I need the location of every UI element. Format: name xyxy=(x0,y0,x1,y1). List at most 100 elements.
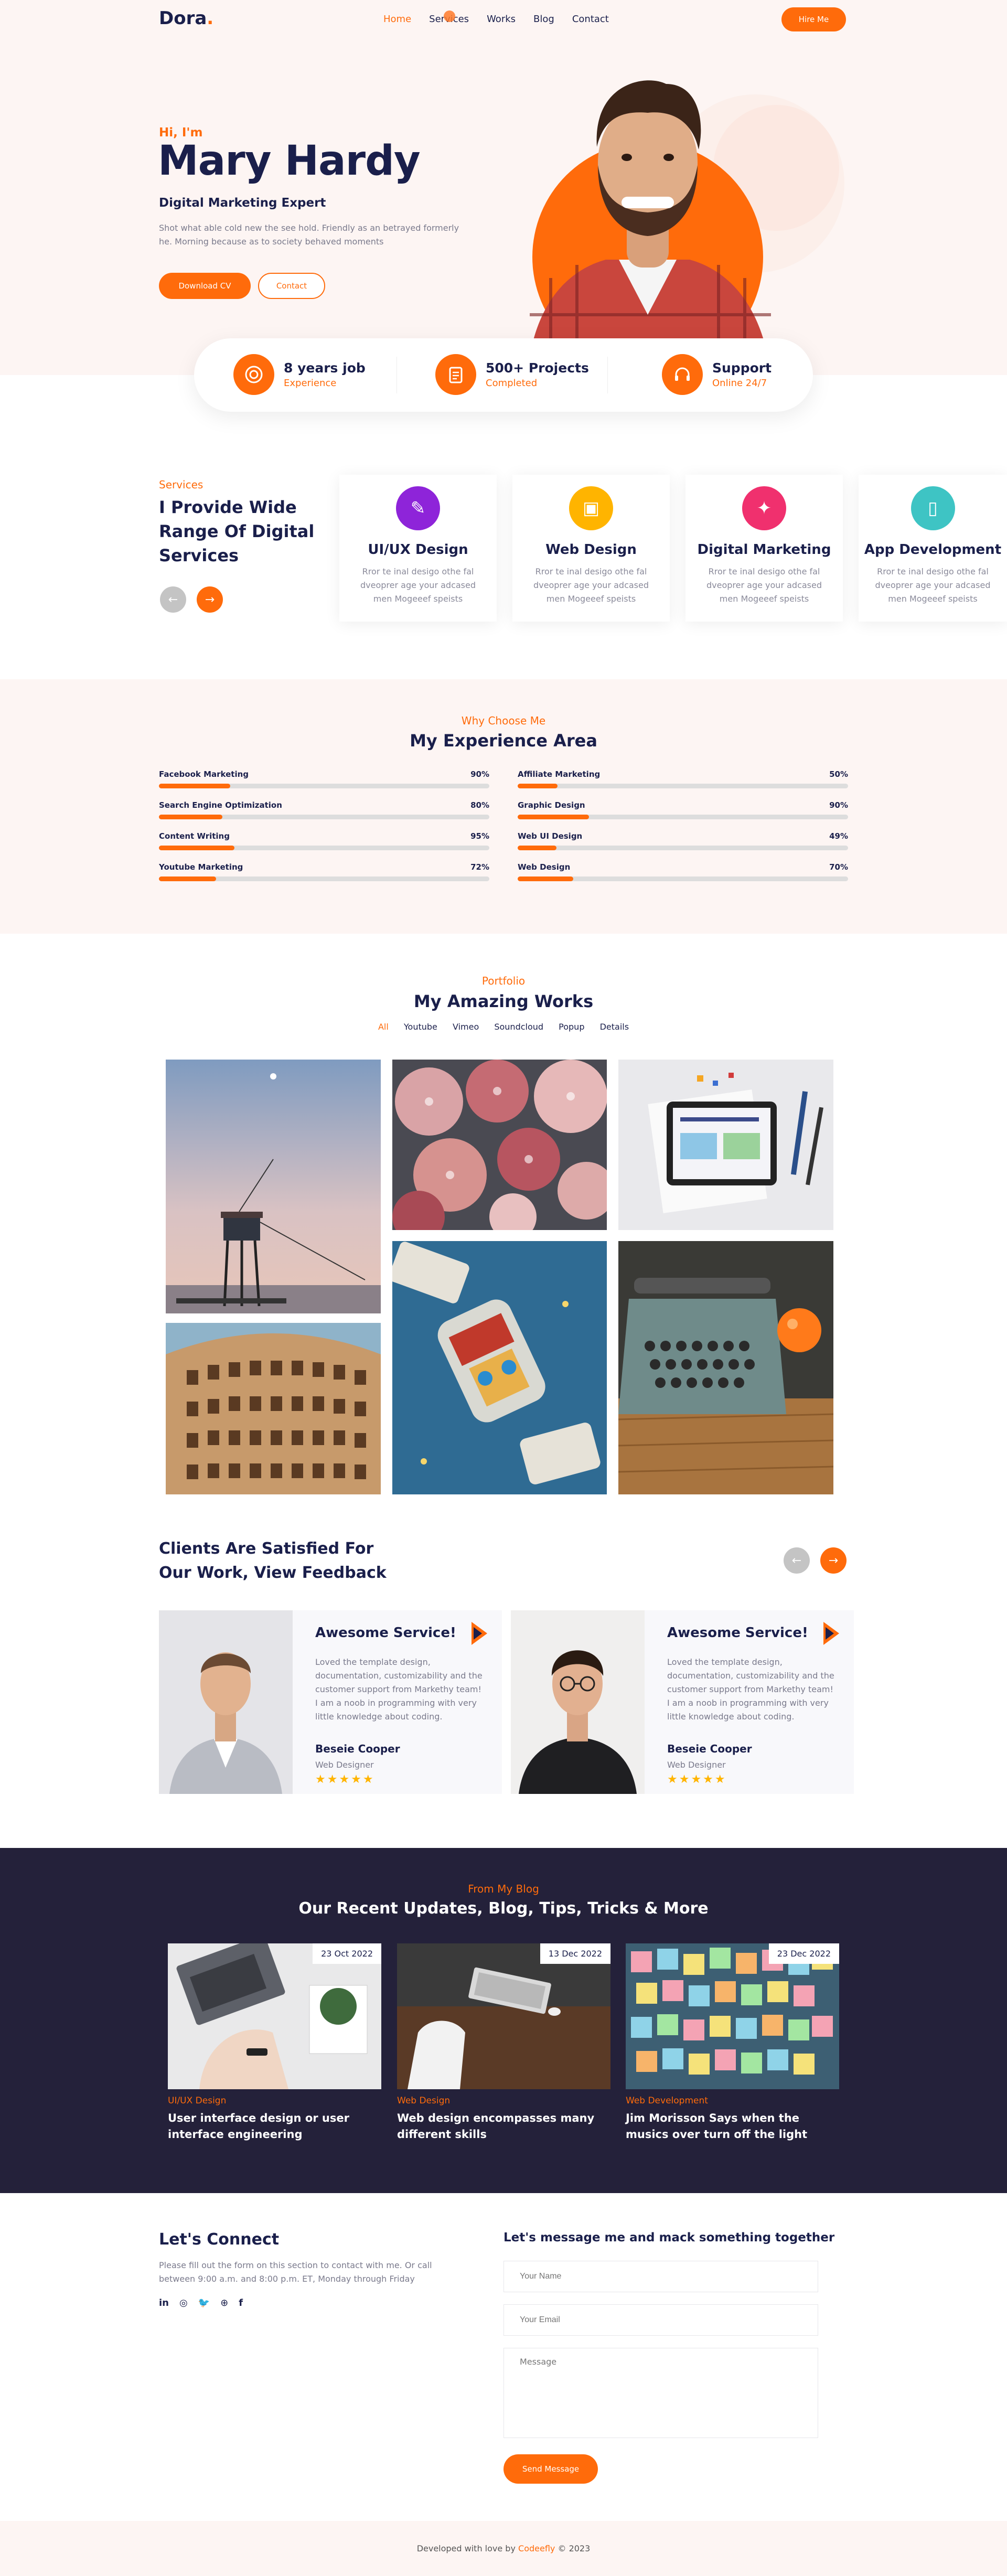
footer-copyright: © 2023 xyxy=(558,2543,591,2553)
blog-category[interactable]: Web Development xyxy=(626,2096,839,2106)
blog-title[interactable]: Web design encompasses many different sk… xyxy=(397,2110,596,2143)
blog-title[interactable]: User interface design or user interface … xyxy=(168,2110,367,2143)
tab-vimeo[interactable]: Vimeo xyxy=(453,1022,479,1032)
portfolio-image-tablet[interactable] xyxy=(618,1060,833,1230)
skill-item: Web UI Design 49% xyxy=(518,831,848,850)
services-next-button[interactable]: → xyxy=(197,586,223,613)
send-message-button[interactable]: Send Message xyxy=(504,2454,598,2484)
blog-date: 23 Oct 2022 xyxy=(313,1943,381,1964)
mobile-icon: ▯ xyxy=(910,486,955,530)
blog-category[interactable]: UI/UX Design xyxy=(168,2096,381,2106)
message-field[interactable] xyxy=(504,2348,818,2438)
service-title: App Development xyxy=(864,542,1002,558)
portfolio-image-pier[interactable] xyxy=(166,1060,381,1313)
blog-card[interactable]: 23 Oct 2022 UI/UX Design User interface … xyxy=(168,1943,381,2143)
nav-home[interactable]: Home xyxy=(383,14,411,25)
quote-icon-inner xyxy=(474,1627,482,1640)
services-prev-button[interactable]: ← xyxy=(160,586,186,613)
facebook-icon[interactable]: f xyxy=(239,2297,243,2308)
skill-track xyxy=(518,784,848,788)
download-cv-button[interactable]: Download CV xyxy=(159,273,251,299)
contact-heading: Let's Connect xyxy=(159,2230,280,2249)
nav-works[interactable]: Works xyxy=(487,14,516,25)
footer-brand-link[interactable]: Codeefly xyxy=(518,2543,555,2553)
service-desc: Rror te inal desigo othe fal dveoprer ag… xyxy=(533,566,649,604)
blog-image: 13 Dec 2022 xyxy=(397,1943,610,2089)
stat-experience: 8 years job Experience xyxy=(233,354,366,395)
testimonials-next-button[interactable]: → xyxy=(820,1547,847,1574)
portfolio-image-umbrellas[interactable] xyxy=(392,1060,607,1230)
client-name: Beseie Cooper xyxy=(315,1743,400,1755)
skill-percent: 90% xyxy=(470,769,489,779)
hero-description: Shot what able cold new the see hold. Fr… xyxy=(159,223,459,247)
client-role: Web Designer xyxy=(667,1760,726,1770)
stat-sub: Online 24/7 xyxy=(712,378,767,389)
nav-blog[interactable]: Blog xyxy=(533,14,554,25)
tab-soundcloud[interactable]: Soundcloud xyxy=(494,1022,543,1032)
client-role: Web Designer xyxy=(315,1760,374,1770)
skill-item: Content Writing 95% xyxy=(159,831,489,850)
skill-percent: 80% xyxy=(470,800,489,810)
services-tag: Services xyxy=(159,478,203,491)
service-title: Web Design xyxy=(545,542,637,558)
instagram-icon[interactable]: ◎ xyxy=(179,2297,188,2308)
blog-title[interactable]: Jim Morisson Says when the musics over t… xyxy=(626,2110,825,2143)
blog-card[interactable]: 13 Dec 2022 Web Design Web design encomp… xyxy=(397,1943,610,2143)
dribbble-icon[interactable]: ⊕ xyxy=(220,2297,228,2308)
brand-name: Dora xyxy=(159,8,207,29)
stats-divider xyxy=(607,357,608,393)
services-heading-line: Services xyxy=(159,546,239,565)
twitter-icon[interactable]: 🐦 xyxy=(198,2297,210,2308)
hero-portrait xyxy=(514,52,860,375)
skill-fill xyxy=(518,784,558,788)
nav-contact[interactable]: Contact xyxy=(572,14,609,25)
service-card-uiux[interactable]: ✎ UI/UX Design Rror te inal desigo othe … xyxy=(339,475,497,622)
skill-track xyxy=(159,784,489,788)
hero-contact-button[interactable]: Contact xyxy=(258,273,325,299)
skill-percent: 72% xyxy=(470,862,489,872)
portfolio-image-typewriter[interactable] xyxy=(618,1241,833,1494)
skill-fill xyxy=(518,815,590,819)
tab-youtube[interactable]: Youtube xyxy=(404,1022,437,1032)
blog-card[interactable]: 23 Dec 2022 Web Development Jim Morisson… xyxy=(626,1943,839,2143)
blog-date: 23 Dec 2022 xyxy=(768,1943,839,1964)
tab-details[interactable]: Details xyxy=(600,1022,629,1032)
testimonial-card: Awesome Service! Loved the template desi… xyxy=(159,1610,502,1794)
cursor-dot xyxy=(444,10,455,22)
quote-icon-inner xyxy=(826,1627,834,1640)
service-card-digital-marketing[interactable]: ✦ Digital Marketing Rror te inal desigo … xyxy=(685,475,843,622)
testimonials-heading-line: Our Work, View Feedback xyxy=(159,1564,387,1582)
tab-popup[interactable]: Popup xyxy=(559,1022,584,1032)
skill-label: Search Engine Optimization xyxy=(159,800,282,810)
portfolio-heading: My Amazing Works xyxy=(413,991,594,1011)
blog-category[interactable]: Web Design xyxy=(397,2096,610,2106)
skill-item: Facebook Marketing 90% xyxy=(159,769,489,788)
skill-fill xyxy=(159,784,231,788)
client-photo xyxy=(159,1610,293,1794)
testimonial-text: Loved the template design, documentation… xyxy=(315,1657,483,1722)
rating-stars: ★★★★★ xyxy=(315,1773,375,1786)
stat-title: 500+ Projects xyxy=(486,360,589,376)
skill-item: Web Design 70% xyxy=(518,862,848,881)
service-card-app-development[interactable]: ▯ App Development Rror te inal desigo ot… xyxy=(859,475,1007,622)
award-icon xyxy=(233,354,274,395)
name-field[interactable] xyxy=(504,2261,818,2292)
portfolio-image-carnival[interactable] xyxy=(392,1241,607,1494)
linkedin-icon[interactable]: in xyxy=(159,2297,169,2308)
service-desc: Rror te inal desigo othe fal dveoprer ag… xyxy=(706,566,822,604)
skill-item: Youtube Marketing 72% xyxy=(159,862,489,881)
skill-fill xyxy=(159,846,234,850)
tab-all[interactable]: All xyxy=(378,1022,389,1032)
portfolio-image-building[interactable] xyxy=(166,1323,381,1494)
brand-logo[interactable]: Dora. xyxy=(159,8,213,29)
hire-me-button[interactable]: Hire Me xyxy=(781,7,846,31)
skill-track xyxy=(159,846,489,850)
services-heading-line: Range Of Digital xyxy=(159,521,315,541)
testimonials-prev-button[interactable]: ← xyxy=(784,1547,810,1574)
email-field[interactable] xyxy=(504,2304,818,2336)
skill-track xyxy=(518,877,848,881)
service-desc: Rror te inal desigo othe fal dveoprer ag… xyxy=(360,566,476,604)
service-card-web-design[interactable]: ▣ Web Design Rror te inal desigo othe fa… xyxy=(512,475,670,622)
blog-heading: Our Recent Updates, Blog, Tips, Tricks &… xyxy=(298,1899,709,1918)
skill-track xyxy=(159,815,489,819)
